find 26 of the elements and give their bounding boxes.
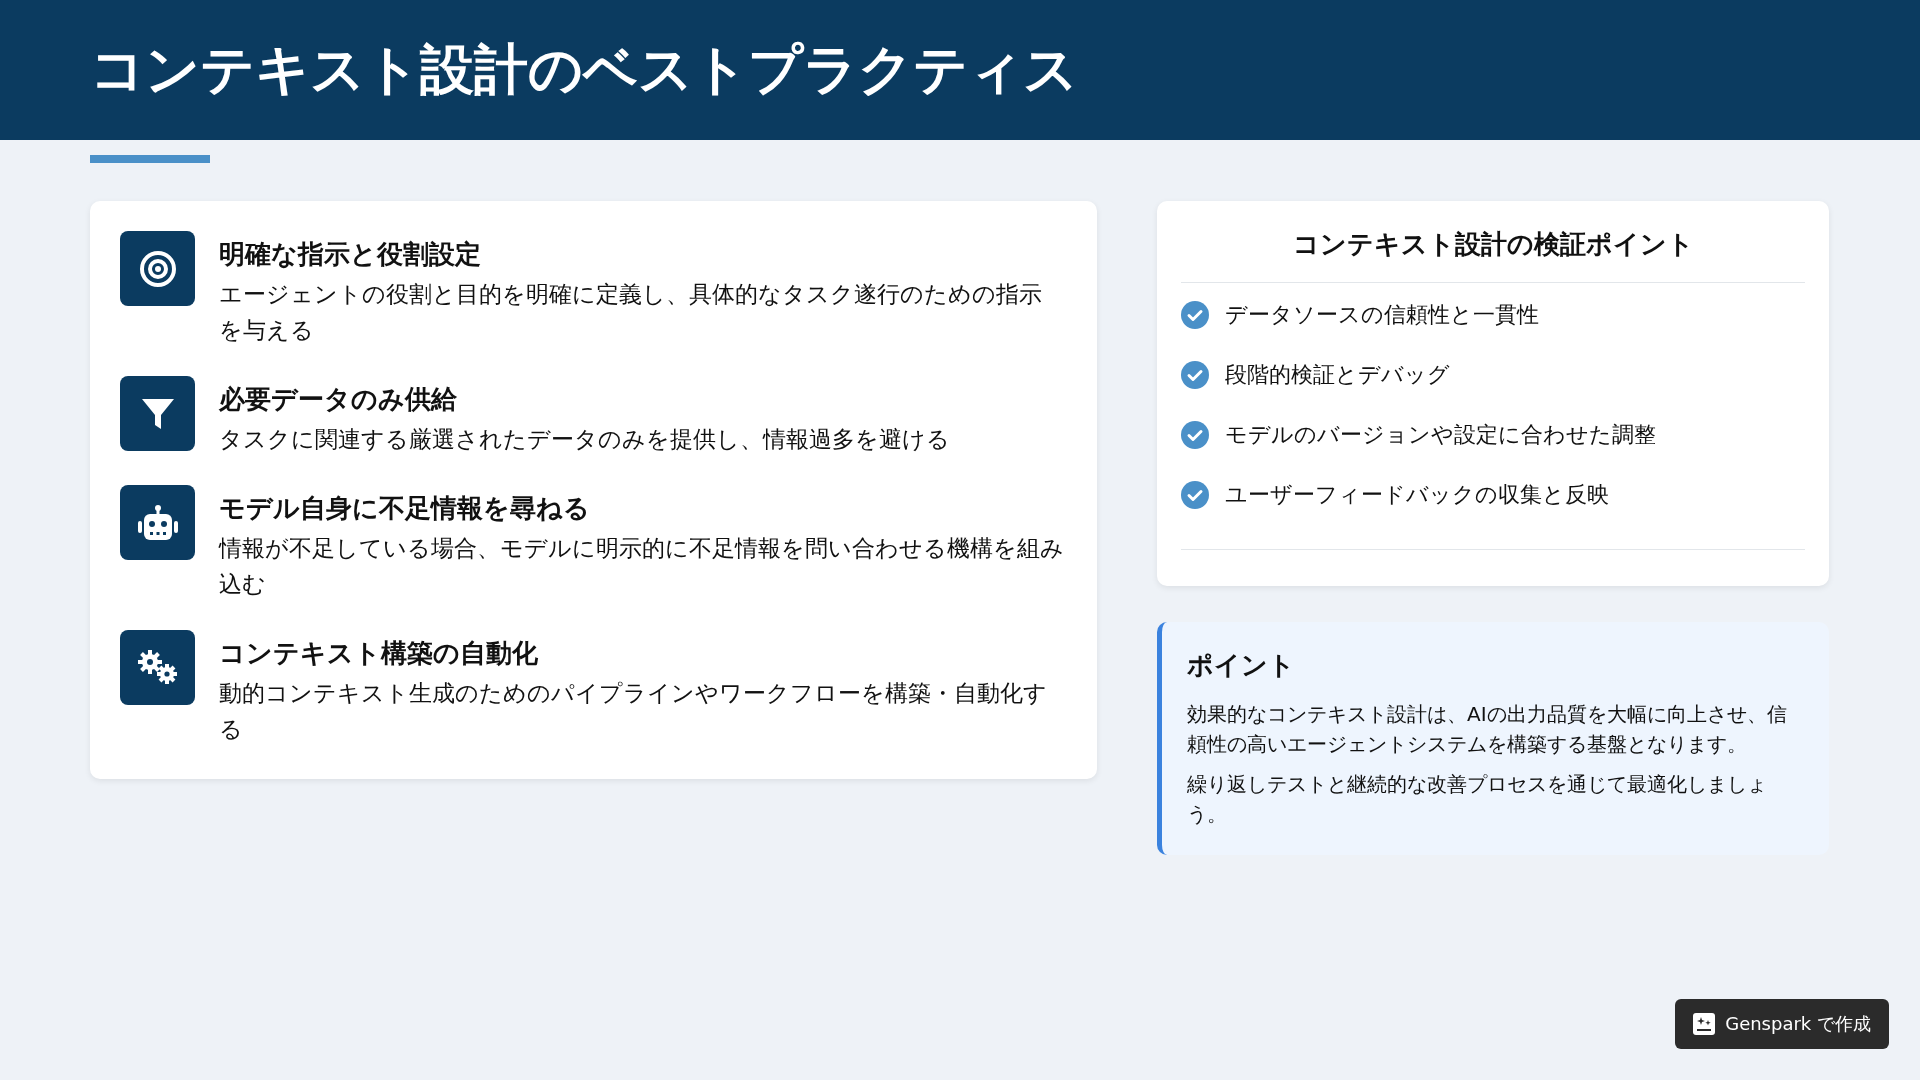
point-text: 効果的なコンテキスト設計は、AIの出力品質を大幅に向上させ、信頼性の高いエージェントシステムを構築する基盤となります。 — [1187, 701, 1787, 758]
practice-title: 明確な指示と役割設定 — [219, 238, 482, 271]
checklist-item: 段階的検証とデバッグ — [1225, 361, 1450, 389]
checklist-item: モデルのバージョンや設定に合わせた調整 — [1225, 421, 1656, 449]
practice-description: 情報が不足している場合、モデルに明示的に不足情報を問い合わせる機構を組み込む — [219, 534, 1064, 599]
practice-description: エージェントの役割と目的を明確に定義し、具体的なタスク遂行のための指示を与える — [219, 280, 1043, 345]
practice-title: コンテキスト構築の自動化 — [219, 637, 539, 670]
check-icon — [1181, 301, 1209, 329]
check-icon — [1181, 481, 1209, 509]
checklist-item: ユーザーフィードバックの収集と反映 — [1225, 481, 1609, 509]
target-icon — [138, 249, 177, 288]
checklist-title: コンテキスト設計の検証ポイント — [1291, 228, 1695, 261]
check-icon — [1181, 421, 1209, 449]
checklist-item: データソースの信頼性と一貫性 — [1225, 301, 1539, 329]
practice-title: 必要データのみ供給 — [219, 383, 458, 416]
robot-icon — [136, 503, 179, 542]
point-title: ポイント — [1187, 649, 1296, 682]
practice-description: タスクに関連する厳選されたデータのみを提供し、情報過多を避ける — [219, 425, 951, 454]
page-title: コンテキスト設計のベストプラクティス — [90, 36, 1078, 103]
point-text: 繰り返しテストと継続的な改善プロセスを通じて最適化しましょう。 — [1187, 771, 1768, 828]
sparkle-icon — [1693, 1013, 1716, 1035]
check-icon — [1181, 361, 1209, 389]
practice-title: モデル自身に不足情報を尋ねる — [219, 492, 591, 525]
gears-icon — [135, 648, 180, 687]
practice-description: 動的コンテキスト生成のためのパイプラインやワークフローを構築・自動化する — [219, 679, 1048, 744]
made-with-badge[interactable]: Genspark で作成 — [1675, 999, 1889, 1049]
